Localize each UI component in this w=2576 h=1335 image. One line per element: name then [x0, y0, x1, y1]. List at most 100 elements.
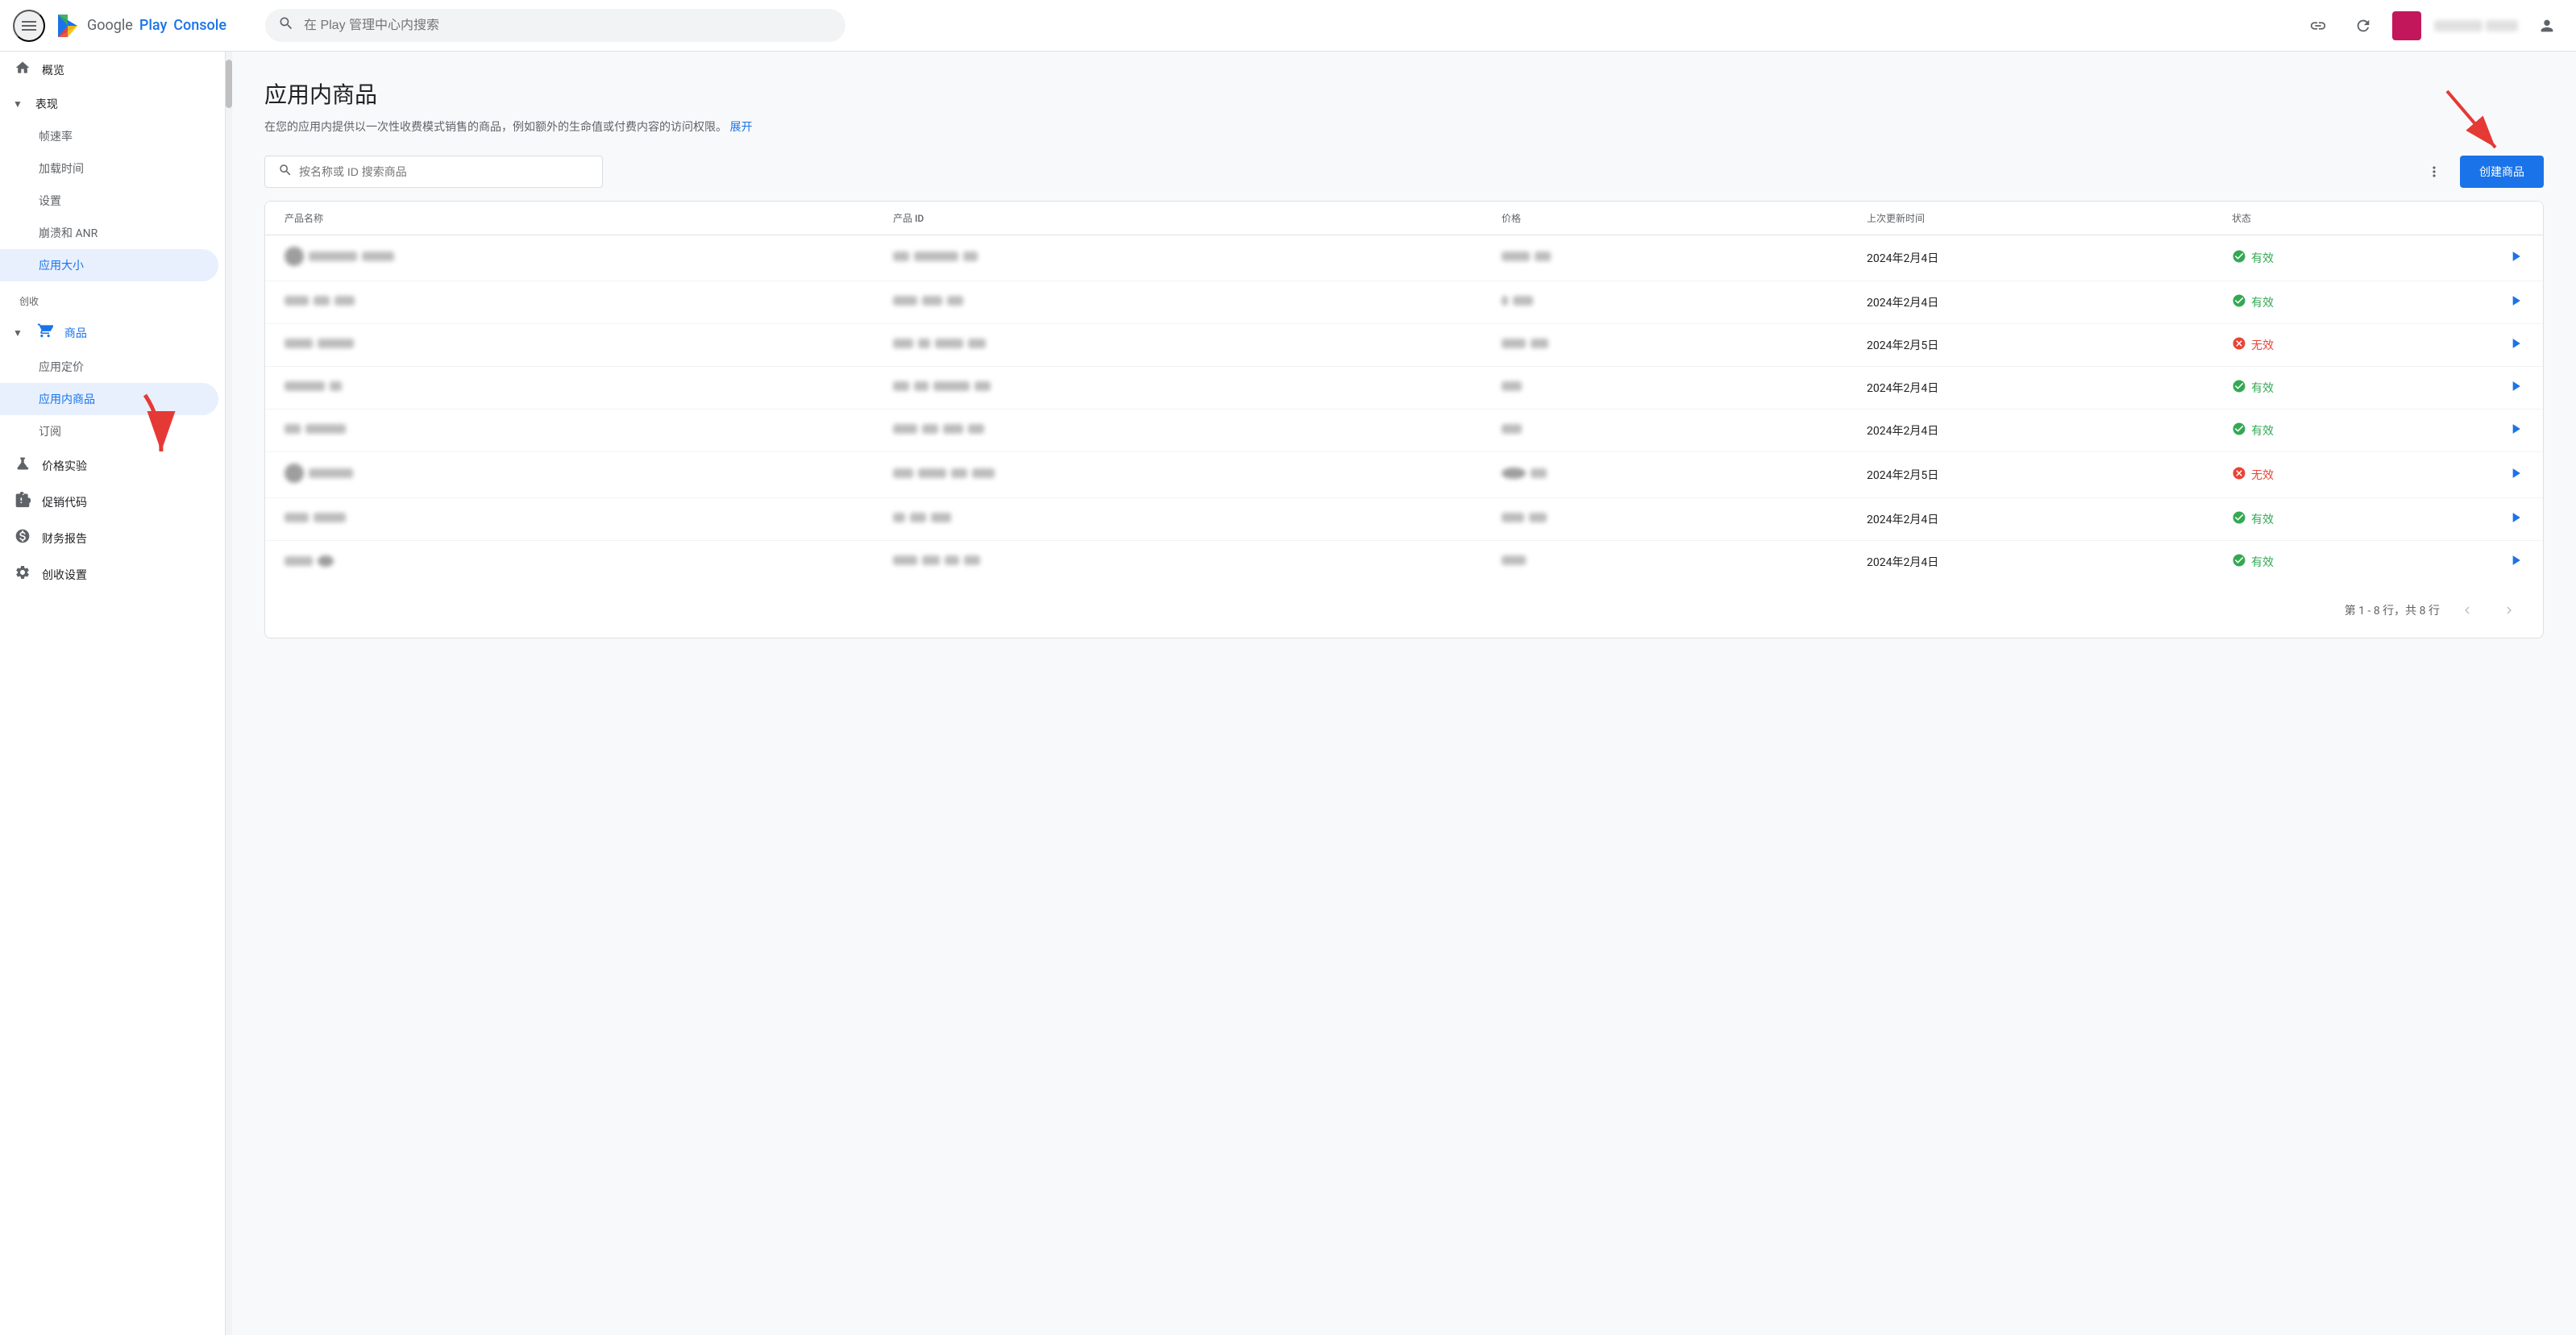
cell-price [1502, 468, 1867, 482]
cell-product-id [893, 468, 1502, 481]
sidebar-item-in-app-products[interactable]: 应用内商品 [0, 383, 218, 415]
status-label: 有效 [2251, 250, 2274, 266]
account-icon-button[interactable] [2531, 10, 2563, 42]
row-navigate-icon[interactable] [2507, 293, 2524, 312]
cell-navigate[interactable] [2475, 421, 2524, 440]
product-search-input[interactable] [299, 165, 589, 178]
row-navigate-icon[interactable] [2507, 552, 2524, 572]
row-navigate-icon[interactable] [2507, 509, 2524, 529]
row-navigate-icon[interactable] [2507, 335, 2524, 355]
cell-product-name [285, 339, 893, 351]
table-body: 2024年2月4日 有效 2024年2月4日 有效 2024年2月5日 [265, 235, 2543, 583]
global-search-input[interactable] [304, 19, 833, 33]
cell-price [1502, 555, 1867, 568]
app-container: Google Play Console [0, 0, 2576, 1335]
status-label: 有效 [2251, 294, 2274, 310]
sidebar-item-financial-reports[interactable]: 财务报告 [0, 520, 218, 556]
search-wrapper[interactable] [265, 9, 846, 42]
cell-navigate[interactable] [2475, 293, 2524, 312]
hamburger-button[interactable] [13, 10, 45, 42]
cell-date: 2024年2月4日 [1867, 554, 2232, 570]
logo-area: Google Play Console [55, 13, 226, 39]
sidebar-scroll-thumb[interactable] [226, 60, 232, 108]
sidebar-scrollbar[interactable] [226, 52, 232, 1335]
username-blur [2434, 20, 2483, 31]
status-label: 有效 [2251, 380, 2274, 396]
cell-price [1502, 513, 1867, 526]
products-expand-icon: ▼ [13, 327, 23, 339]
create-product-button[interactable]: 创建商品 [2460, 156, 2544, 188]
cell-date: 2024年2月4日 [1867, 511, 2232, 527]
user-info[interactable] [2434, 20, 2518, 31]
cell-product-name [285, 424, 893, 437]
cell-date: 2024年2月5日 [1867, 467, 2232, 483]
sidebar-products-label: 商品 [64, 325, 87, 341]
status-valid-icon [2232, 422, 2246, 439]
sidebar-item-performance[interactable]: ▼ 表现 [0, 88, 218, 120]
sidebar-group-performance: ▼ 表现 帧速率 加载时间 设置 崩溃和 ANR 应用大小 [0, 88, 225, 281]
table-row[interactable]: 2024年2月4日 有效 [265, 541, 2543, 583]
pagination-next-button[interactable] [2495, 596, 2524, 625]
cell-navigate[interactable] [2475, 248, 2524, 268]
product-search-wrapper[interactable] [264, 156, 603, 188]
cell-navigate[interactable] [2475, 465, 2524, 485]
avatar-square[interactable] [2392, 11, 2421, 40]
table-row[interactable]: 2024年2月4日 有效 [265, 235, 2543, 281]
sidebar-item-overview[interactable]: 概览 [0, 52, 218, 88]
cell-navigate[interactable] [2475, 552, 2524, 572]
tag-icon [13, 492, 32, 512]
cell-status: 有效 [2232, 249, 2475, 267]
table-row[interactable]: 2024年2月4日 有效 [265, 367, 2543, 410]
pagination-info: 第 1 - 8 行，共 8 行 [2345, 602, 2440, 618]
cell-date: 2024年2月5日 [1867, 337, 2232, 353]
row-navigate-icon[interactable] [2507, 421, 2524, 440]
more-options-button[interactable] [2418, 156, 2450, 188]
col-last-updated: 上次更新时间 [1867, 211, 2232, 225]
sidebar-item-promo-codes[interactable]: 促销代码 [0, 484, 218, 520]
row-navigate-icon[interactable] [2507, 248, 2524, 268]
sidebar-item-app-pricing[interactable]: 应用定价 [0, 351, 218, 383]
row-navigate-icon[interactable] [2507, 465, 2524, 485]
sidebar-item-subscriptions[interactable]: 订阅 [0, 415, 218, 447]
cell-date: 2024年2月4日 [1867, 380, 2232, 396]
sidebar-item-crash-anr[interactable]: 崩溃和 ANR [0, 217, 218, 249]
search-bar [265, 9, 846, 42]
sidebar-overview-label: 概览 [42, 62, 64, 78]
table-row[interactable]: 2024年2月4日 有效 [265, 410, 2543, 452]
cell-navigate[interactable] [2475, 335, 2524, 355]
sidebar-promo-codes-label: 促销代码 [42, 494, 87, 510]
cell-date: 2024年2月4日 [1867, 422, 2232, 439]
table-row[interactable]: 2024年2月4日 有效 [265, 281, 2543, 324]
table-row[interactable]: 2024年2月4日 有效 [265, 498, 2543, 541]
products-table: 产品名称 产品 ID 价格 上次更新时间 状态 2024年2月4日 有效 202… [264, 201, 2544, 638]
sidebar-item-price-experiments[interactable]: 价格实验 [0, 447, 218, 484]
table-row[interactable]: 2024年2月5日 无效 [265, 452, 2543, 498]
username2-blur [2486, 20, 2518, 31]
sidebar-item-app-size[interactable]: 应用大小 [0, 249, 218, 281]
table-row[interactable]: 2024年2月5日 无效 [265, 324, 2543, 367]
cell-status: 有效 [2232, 379, 2475, 397]
sidebar-item-products[interactable]: ▼ 商品 [0, 314, 218, 351]
sidebar-item-frame-rate[interactable]: 帧速率 [0, 120, 218, 152]
cell-status: 有效 [2232, 553, 2475, 571]
sidebar-item-load-time[interactable]: 加载时间 [0, 152, 218, 185]
settings-icon [13, 564, 32, 584]
expand-link[interactable]: 展开 [729, 121, 752, 134]
cell-product-id [893, 555, 1502, 568]
pagination-prev-button[interactable] [2453, 596, 2482, 625]
cell-price [1502, 339, 1867, 351]
cell-navigate[interactable] [2475, 378, 2524, 397]
sidebar-item-settings[interactable]: 设置 [0, 185, 218, 217]
sidebar-performance-label: 表现 [35, 96, 58, 112]
link-icon-button[interactable] [2302, 10, 2334, 42]
cell-price [1502, 424, 1867, 437]
sidebar-item-monetize-settings[interactable]: 创收设置 [0, 556, 218, 593]
page-title: 应用内商品 [264, 77, 2544, 110]
page-description: 在您的应用内提供以一次性收费模式销售的商品，例如额外的生命值或付费内容的访问权限… [264, 119, 2544, 136]
toolbar-container: 创建商品 [264, 156, 2544, 188]
row-navigate-icon[interactable] [2507, 378, 2524, 397]
cell-product-id [893, 252, 1502, 264]
cell-navigate[interactable] [2475, 509, 2524, 529]
refresh-icon-button[interactable] [2347, 10, 2379, 42]
sidebar: 概览 ▼ 表现 帧速率 加载时间 设置 崩溃和 ANR [0, 52, 226, 1335]
